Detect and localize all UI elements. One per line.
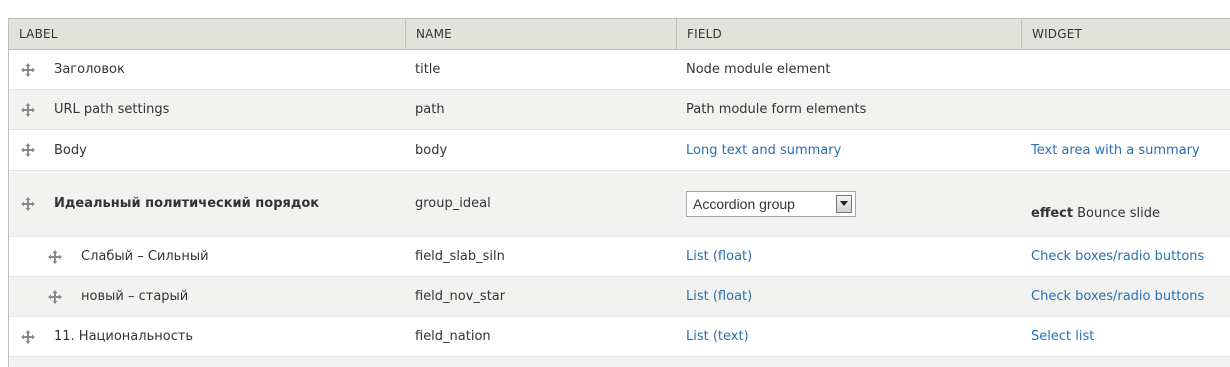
label-cell: Идеальный политический порядок: [9, 171, 406, 236]
label-cell: новый – старый: [9, 277, 406, 316]
table-row: Заголовок title Node module element: [9, 50, 1230, 90]
drag-handle-icon[interactable]: [20, 329, 36, 345]
header-widget: WIDGET: [1032, 27, 1083, 41]
group-widget-summary: effect Bounce slide: [1022, 171, 1230, 236]
row-widget: [1022, 50, 1230, 89]
effect-value: Bounce slide: [1077, 206, 1160, 221]
row-label: URL path settings: [54, 102, 170, 117]
chevron-down-icon[interactable]: [836, 194, 852, 213]
drag-handle-icon[interactable]: [47, 249, 63, 265]
table-header: LABEL NAME FIELD WIDGET: [9, 18, 1230, 50]
widget-link[interactable]: Text area with a summary: [1031, 143, 1200, 158]
header-name: NAME: [406, 19, 677, 49]
drag-handle-icon[interactable]: [20, 62, 36, 78]
field-type-link[interactable]: Long text and summary: [686, 143, 841, 158]
drag-handle-icon[interactable]: [20, 196, 36, 212]
row-label: 11. Национальность: [54, 329, 194, 344]
widget-link[interactable]: Select list: [1031, 329, 1094, 344]
table-row-partial: [9, 357, 1230, 367]
select-value: Accordion group: [693, 195, 795, 212]
widget-link[interactable]: Check boxes/radio buttons: [1031, 289, 1204, 304]
label-cell: URL path settings: [9, 90, 406, 129]
label-cell: Заголовок: [9, 50, 406, 89]
group-format-select[interactable]: Accordion group: [686, 190, 856, 217]
table-row: Слабый – Сильный field_slab_siln List (f…: [9, 237, 1230, 277]
effect-label: effect: [1031, 206, 1074, 221]
row-machine-name: path: [415, 102, 445, 117]
row-label: новый – старый: [81, 289, 189, 304]
table-row: Body body Long text and summary Text are…: [9, 130, 1230, 171]
row-machine-name: body: [415, 142, 448, 158]
field-type-link[interactable]: List (float): [686, 249, 752, 264]
table-row-group: Идеальный политический порядок group_ide…: [9, 171, 1230, 237]
drag-handle-icon[interactable]: [20, 102, 36, 118]
table-row: новый – старый field_nov_star List (floa…: [9, 277, 1230, 317]
row-label: Заголовок: [54, 62, 125, 77]
drag-handle-icon[interactable]: [20, 142, 36, 158]
row-machine-name: field_slab_siln: [415, 249, 505, 264]
row-label: Body: [54, 142, 87, 158]
row-machine-name: field_nov_star: [415, 289, 506, 304]
row-machine-name: field_nation: [415, 329, 491, 344]
label-cell: Слабый – Сильный: [9, 237, 406, 276]
row-machine-name: group_ideal: [415, 196, 491, 211]
widget-link[interactable]: Check boxes/radio buttons: [1031, 249, 1204, 264]
field-type-link[interactable]: List (text): [686, 329, 749, 344]
table-row: URL path settings path Path module form …: [9, 90, 1230, 130]
table-row: 11. Национальность field_nation List (te…: [9, 317, 1230, 357]
row-machine-name: title: [415, 62, 441, 77]
row-label: Слабый – Сильный: [81, 249, 209, 264]
header-label: LABEL: [9, 19, 406, 49]
fields-table: LABEL NAME FIELD WIDGET Заголовок title …: [8, 18, 1230, 367]
label-cell: Body: [9, 130, 406, 170]
row-field-type: Path module form elements: [686, 102, 867, 117]
label-cell: 11. Национальность: [9, 317, 406, 356]
field-type-link[interactable]: List (float): [686, 289, 752, 304]
header-field: FIELD: [677, 19, 1022, 49]
row-widget: [1022, 90, 1230, 129]
row-field-type: Node module element: [686, 62, 831, 77]
drag-handle-icon[interactable]: [47, 289, 63, 305]
group-label: Идеальный политический порядок: [54, 196, 320, 211]
